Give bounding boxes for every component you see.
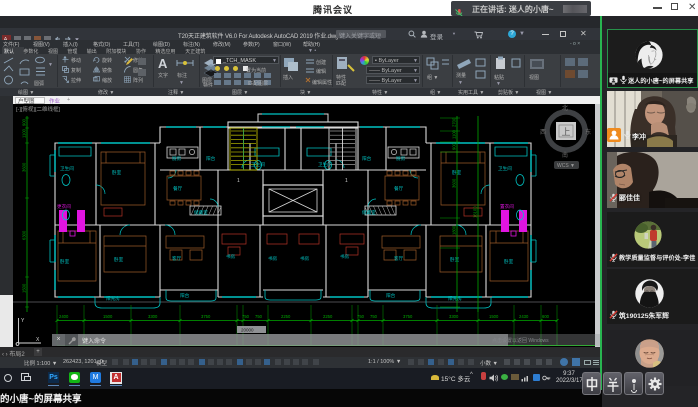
svg-text:1500: 1500 xyxy=(103,314,113,319)
svg-text:测量: 测量 xyxy=(456,72,466,79)
svg-text:卫生间: 卫生间 xyxy=(318,161,332,168)
svg-text:2400: 2400 xyxy=(59,314,69,319)
svg-text:圆弧: 圆弧 xyxy=(34,80,44,87)
svg-text:1800: 1800 xyxy=(452,225,457,235)
svg-text:编辑: 编辑 xyxy=(316,68,326,75)
svg-text:书房: 书房 xyxy=(300,255,310,262)
svg-text:组 ▼: 组 ▼ xyxy=(427,74,438,81)
svg-text:1: 1 xyxy=(237,178,240,184)
svg-text:西: 西 xyxy=(540,129,546,136)
svg-text:1: 1 xyxy=(345,178,348,184)
svg-text:2250: 2250 xyxy=(323,314,333,319)
svg-text:标注: 标注 xyxy=(177,72,187,79)
svg-text:阳台: 阳台 xyxy=(180,292,190,299)
svg-text:上: 上 xyxy=(562,127,571,137)
svg-text:900: 900 xyxy=(452,142,457,150)
svg-text:东: 东 xyxy=(585,128,591,136)
svg-text:餐厅: 餐厅 xyxy=(173,185,183,192)
svg-text:卧室: 卧室 xyxy=(450,256,460,263)
svg-text:3600: 3600 xyxy=(452,178,457,188)
svg-text:书房: 书房 xyxy=(226,253,236,260)
svg-text:厨房: 厨房 xyxy=(172,155,182,162)
svg-text:3750: 3750 xyxy=(403,314,413,319)
svg-text:更衣间: 更衣间 xyxy=(57,203,71,210)
svg-text:卧室: 卧室 xyxy=(504,258,514,265)
svg-text:特性: 特性 xyxy=(336,74,346,81)
svg-text:储藏室: 储藏室 xyxy=(362,209,376,216)
svg-text:▼: ▼ xyxy=(179,80,184,85)
svg-text:2430: 2430 xyxy=(519,314,529,319)
svg-text:3300: 3300 xyxy=(148,314,158,319)
svg-text:储藏室: 储藏室 xyxy=(194,209,208,216)
svg-text:Y: Y xyxy=(21,318,25,324)
svg-text:卧室: 卧室 xyxy=(114,256,124,263)
svg-text:置衣间: 置衣间 xyxy=(500,203,514,210)
svg-text:书房: 书房 xyxy=(268,255,278,262)
svg-text:餐厅: 餐厅 xyxy=(394,185,404,192)
svg-text:阳光房: 阳光房 xyxy=(106,295,120,302)
svg-text:750: 750 xyxy=(370,314,378,319)
svg-text:1500: 1500 xyxy=(489,314,499,319)
svg-text:南: 南 xyxy=(562,151,568,159)
svg-text:6300: 6300 xyxy=(22,230,27,240)
svg-text:特性: 特性 xyxy=(203,82,213,87)
svg-text:创建: 创建 xyxy=(316,59,326,66)
svg-text:1100: 1100 xyxy=(22,128,27,138)
svg-text:2700: 2700 xyxy=(452,117,457,127)
svg-text:编辑属性 ▼: 编辑属性 ▼ xyxy=(312,79,332,86)
svg-text:卫生间: 卫生间 xyxy=(60,165,74,172)
svg-text:北: 北 xyxy=(562,104,568,112)
svg-text:卫生间: 卫生间 xyxy=(251,161,265,168)
svg-text:视图: 视图 xyxy=(529,74,539,81)
svg-text:阳台: 阳台 xyxy=(386,292,396,299)
svg-text:600: 600 xyxy=(542,314,550,319)
svg-text:2250: 2250 xyxy=(281,314,291,319)
svg-text:▼: ▼ xyxy=(458,80,463,86)
svg-text:3300: 3300 xyxy=(449,314,459,319)
svg-text:3750: 3750 xyxy=(201,314,211,319)
svg-text:厨房: 厨房 xyxy=(396,155,406,162)
svg-text:客厅: 客厅 xyxy=(172,255,182,262)
svg-text:20000: 20000 xyxy=(241,328,254,333)
svg-text:阳光房: 阳光房 xyxy=(448,295,462,302)
svg-text:粘贴: 粘贴 xyxy=(494,74,504,81)
svg-text:客厅: 客厅 xyxy=(394,255,404,262)
svg-text:1100: 1100 xyxy=(452,129,457,139)
svg-text:900: 900 xyxy=(22,118,27,126)
svg-text:匹配: 匹配 xyxy=(336,81,346,87)
svg-text:阳台: 阳台 xyxy=(362,155,372,162)
svg-text:卫生间: 卫生间 xyxy=(498,165,512,172)
svg-text:书房: 书房 xyxy=(340,253,350,260)
svg-text:卧室: 卧室 xyxy=(60,258,70,265)
svg-text:WCS ▼: WCS ▼ xyxy=(557,163,575,169)
svg-text:▼: ▼ xyxy=(496,81,501,87)
svg-text:卧室: 卧室 xyxy=(112,169,122,176)
svg-text:1500: 1500 xyxy=(22,283,27,293)
svg-text:750: 750 xyxy=(255,314,263,319)
svg-text:插入: 插入 xyxy=(283,74,293,81)
svg-text:16100: 16100 xyxy=(473,206,478,218)
svg-text:3600: 3600 xyxy=(22,162,27,172)
svg-text:X: X xyxy=(36,337,40,343)
svg-text:▼: ▼ xyxy=(48,62,53,68)
svg-text:阳台: 阳台 xyxy=(206,155,216,162)
